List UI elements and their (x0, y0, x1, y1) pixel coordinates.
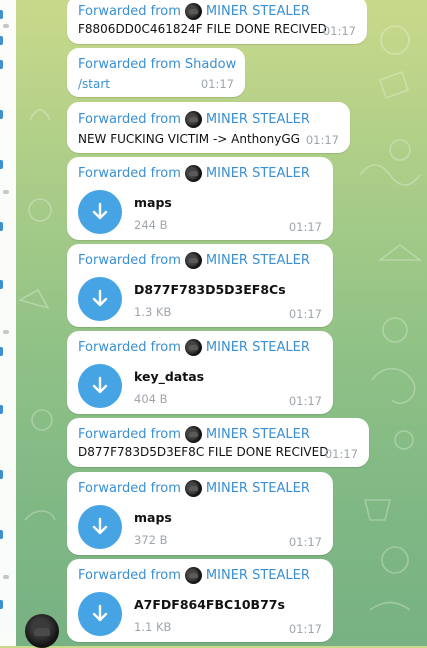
unread-indicator (0, 160, 3, 169)
unread-indicator (0, 405, 3, 414)
forwarded-label: Forwarded from (78, 481, 181, 496)
message-time: 01:17 (200, 77, 234, 91)
sender-name[interactable]: Shadow (185, 57, 236, 72)
forwarded-header: Forwarded from Shadow (78, 57, 236, 72)
sender-avatar-icon (184, 252, 202, 269)
sender-avatar-icon (184, 480, 202, 497)
forwarded-label: Forwarded from (78, 568, 181, 583)
sender-avatar-icon (184, 111, 202, 128)
unread-indicator (0, 600, 3, 609)
forwarded-label: Forwarded from (78, 112, 181, 127)
file-size: 244 B (134, 218, 168, 232)
forwarded-header: Forwarded from MINER STEALER (78, 339, 310, 356)
message-time: 01:17 (288, 622, 322, 636)
sender-avatar-icon (184, 339, 202, 356)
message-time: 01:17 (322, 24, 356, 38)
sender-name[interactable]: MINER STEALER (206, 427, 310, 442)
chat-preview-mark (3, 24, 9, 28)
message-time: 01:17 (305, 133, 339, 147)
forwarded-label: Forwarded from (78, 253, 181, 268)
file-message-bubble[interactable]: Forwarded from MINER STEALER D877F783D5D… (67, 244, 333, 327)
sender-avatar-icon (184, 165, 202, 182)
chat-preview-mark (3, 190, 9, 194)
unread-indicator (0, 347, 3, 356)
file-size: 372 B (134, 533, 168, 547)
file-message-bubble[interactable]: Forwarded from MINER STEALER maps 244 B … (67, 157, 333, 240)
download-arrow-icon[interactable] (78, 505, 122, 549)
message-text: D877F783D5D3EF8C FILE DONE RECIVED (78, 445, 329, 459)
forwarded-label: Forwarded from (78, 427, 181, 442)
file-message-bubble[interactable]: Forwarded from MINER STEALER key_datas 4… (67, 331, 333, 414)
file-name[interactable]: A7FDF864FBC10B77s (134, 597, 285, 612)
sender-name[interactable]: MINER STEALER (206, 253, 310, 268)
chat-preview-mark (3, 330, 9, 334)
message-time: 01:17 (288, 307, 322, 321)
forwarded-header: Forwarded from MINER STEALER (78, 3, 310, 20)
unread-indicator (0, 10, 3, 19)
unread-indicator (0, 36, 3, 45)
unread-indicator (0, 470, 3, 479)
download-arrow-icon[interactable] (78, 190, 122, 234)
unread-indicator (0, 110, 3, 119)
forwarded-header: Forwarded from MINER STEALER (78, 426, 310, 443)
file-size: 1.1 KB (134, 620, 172, 634)
sender-name[interactable]: MINER STEALER (206, 4, 310, 19)
forwarded-header: Forwarded from MINER STEALER (78, 480, 310, 497)
file-message-bubble[interactable]: Forwarded from MINER STEALER maps 372 B … (67, 472, 333, 555)
message-time: 01:17 (288, 220, 322, 234)
forwarded-header: Forwarded from MINER STEALER (78, 567, 310, 584)
sender-name[interactable]: MINER STEALER (206, 481, 310, 496)
chat-preview-mark (3, 575, 9, 579)
message-time: 01:17 (288, 394, 322, 408)
message-bubble[interactable]: Forwarded from MINER STEALER NEW FUCKING… (67, 102, 350, 153)
sender-avatar[interactable] (25, 614, 59, 648)
message-text: F8806DD0C461824F FILE DONE RECIVED (78, 22, 327, 36)
forwarded-header: Forwarded from MINER STEALER (78, 111, 310, 128)
unread-indicator (0, 280, 3, 289)
unread-indicator (0, 530, 3, 539)
forwarded-header: Forwarded from MINER STEALER (78, 252, 310, 269)
file-name[interactable]: maps (134, 195, 172, 210)
message-time: 01:17 (324, 447, 358, 461)
forwarded-header: Forwarded from MINER STEALER (78, 165, 310, 182)
file-size: 404 B (134, 392, 168, 406)
unread-indicator (0, 222, 3, 231)
file-name[interactable]: key_datas (134, 369, 204, 384)
message-bubble[interactable]: Forwarded from MINER STEALER F8806DD0C46… (67, 0, 367, 44)
sender-avatar-icon (184, 3, 202, 20)
sender-name[interactable]: MINER STEALER (206, 166, 310, 181)
forwarded-label: Forwarded from (78, 166, 181, 181)
file-name[interactable]: maps (134, 510, 172, 525)
bot-command-link[interactable]: /start (78, 77, 110, 91)
message-text: NEW FUCKING VICTIM -> AnthonyGG (78, 132, 300, 146)
download-arrow-icon[interactable] (78, 277, 122, 321)
file-message-bubble[interactable]: Forwarded from MINER STEALER A7FDF864FBC… (67, 559, 333, 642)
sender-name[interactable]: MINER STEALER (206, 568, 310, 583)
message-bubble[interactable]: Forwarded from MINER STEALER D877F783D5D… (67, 418, 369, 467)
chat-list-edge (0, 0, 16, 646)
sender-name[interactable]: MINER STEALER (206, 112, 310, 127)
forwarded-label: Forwarded from (78, 4, 181, 19)
forwarded-label: Forwarded from (78, 57, 181, 72)
forwarded-label: Forwarded from (78, 340, 181, 355)
file-name[interactable]: D877F783D5D3EF8Cs (134, 282, 286, 297)
unread-indicator (0, 60, 3, 69)
sender-avatar-icon (184, 567, 202, 584)
file-size: 1.3 KB (134, 305, 172, 319)
sender-name[interactable]: MINER STEALER (206, 340, 310, 355)
sender-avatar-icon (184, 426, 202, 443)
message-time: 01:17 (288, 535, 322, 549)
download-arrow-icon[interactable] (78, 592, 122, 636)
message-bubble[interactable]: Forwarded from Shadow /start 01:17 (67, 48, 245, 97)
download-arrow-icon[interactable] (78, 364, 122, 408)
